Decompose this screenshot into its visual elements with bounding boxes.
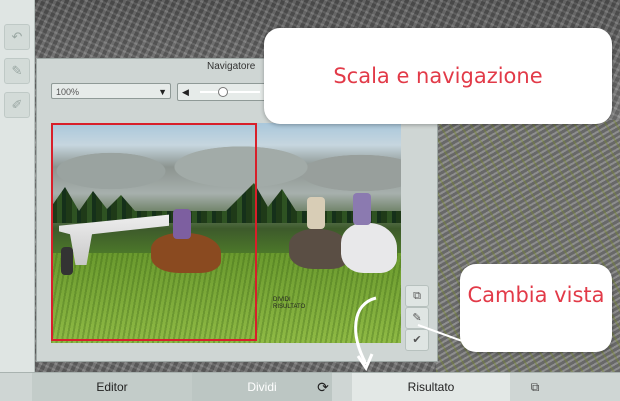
curved-arrow-icon [354,296,377,372]
horse-dark [289,229,349,269]
slider-left-arrow-icon[interactable]: ◀ [182,84,189,100]
undo-tool-icon[interactable]: ↶ [4,24,30,50]
left-toolbar: ↶ ✎ ✐ [0,0,35,372]
slider-track[interactable] [200,91,260,93]
rider-light [307,197,325,229]
zoom-select[interactable]: 100% ▼ [51,83,171,99]
chevron-down-icon: ▼ [158,87,167,97]
brush-tool-icon[interactable]: ✐ [4,92,30,118]
check-icon[interactable]: ✔ [405,329,429,351]
slider-handle[interactable] [218,87,228,97]
compare-icon[interactable]: ⧉ [520,373,550,401]
callout-scale-navigation: Scala e navigazione [264,28,612,124]
compare-view-icon[interactable]: ⧉ [405,285,429,307]
tab-risultato[interactable]: Risultato [352,373,510,401]
rotate-icon[interactable]: ⟳ [310,373,336,401]
callout-change-view: Cambia vista [460,264,612,352]
tab-editor[interactable]: Editor [32,373,192,401]
horse-white [341,223,397,273]
rider-lilac [353,193,371,225]
bottom-tab-bar: Editor Dividi ⟳ Risultato ⧉ [0,372,620,401]
zoom-slider[interactable]: ◀ [177,83,277,101]
watermark: DIVIDI RISULTATO [273,297,306,310]
pencil-tool-icon[interactable]: ✎ [4,58,30,84]
view-frame[interactable] [51,123,257,341]
zoom-value: 100% [56,87,80,97]
